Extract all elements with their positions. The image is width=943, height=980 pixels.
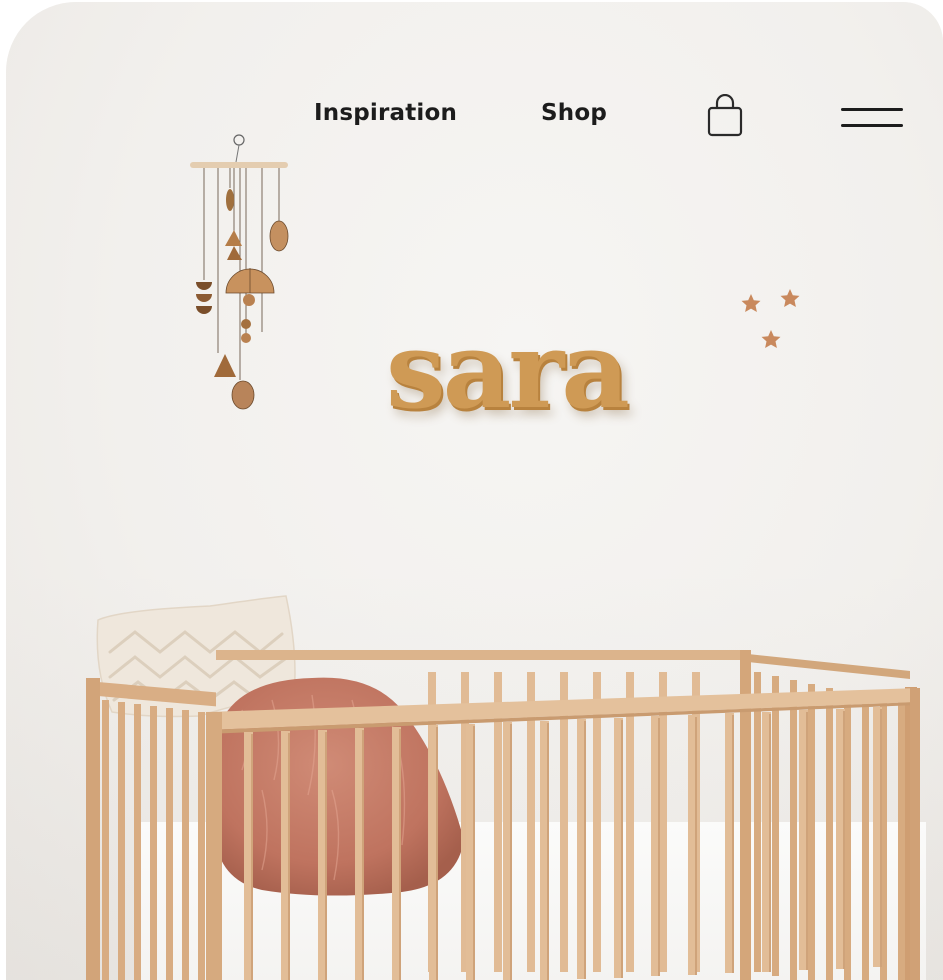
hamburger-menu-icon[interactable] xyxy=(840,104,904,132)
nav-link-shop[interactable]: Shop xyxy=(541,100,607,126)
wall-stars-decoration xyxy=(741,289,800,348)
hero-screen: sara Inspiration Shop xyxy=(6,2,943,980)
shopping-bag-icon[interactable] xyxy=(706,94,744,138)
wall-mobile-illustration xyxy=(190,134,289,410)
nav-link-inspiration[interactable]: Inspiration xyxy=(314,100,457,126)
name-sign: sara xyxy=(386,307,630,432)
wooden-crib xyxy=(86,650,920,980)
